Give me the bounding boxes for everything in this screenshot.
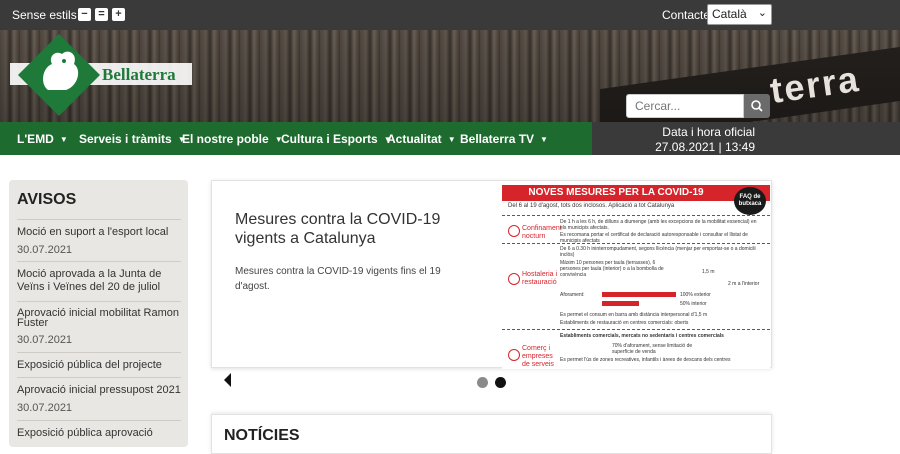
cup-icon [508,273,520,285]
search-icon [751,100,763,112]
noticies-section: NOTÍCIES [211,414,772,454]
avisos-title: AVISOS [17,191,77,208]
noticies-title: NOTÍCIES [224,427,300,444]
section-label: Confinament nocturn [522,225,562,240]
covid-infographic[interactable]: NOVES MESURES PER LA COVID-19 FAQ de but… [502,185,770,369]
caret-down-icon: ▼ [447,135,456,144]
aviso-link[interactable]: Exposició pública del projecte [17,359,181,372]
language-select-value: Català [712,7,747,21]
shopping-bag-icon [508,349,520,361]
zoom-in-button[interactable]: + [112,8,125,21]
language-select[interactable]: Català ⌄ [707,4,772,25]
styles-toggle-link[interactable]: Sense estils [12,8,77,22]
nav-item-emd[interactable]: L'EMD ▼ [17,132,68,146]
top-utility-bar: Sense estils − = + Contacte Català ⌄ [0,0,900,30]
aforament-bar-interior [602,301,639,306]
aviso-date: 30.07.2021 [17,334,73,346]
aviso-date: 30.07.2021 [17,244,73,256]
zoom-out-button[interactable]: − [78,8,91,21]
contact-link[interactable]: Contacte [662,8,710,22]
caret-down-icon: ▼ [540,135,548,144]
caret-down-icon: ▼ [59,135,68,144]
nav-item-actualitat[interactable]: Actualitat ▼ [387,132,456,146]
nav-item-bellaterra-tv[interactable]: Bellaterra TV ▼ [460,132,548,146]
slide-title[interactable]: Mesures contra la COVID-19 vigents a Cat… [235,210,475,248]
header-banner: terra Bellaterra Cercar... [0,30,900,122]
aviso-link[interactable]: Moció aprovada a la Junta de Veïns i Veï… [17,268,181,294]
aforament-bar-exterior [602,292,676,297]
squirrel-logo-icon[interactable] [18,34,100,116]
datetime-value: 27.08.2021 | 13:49 [655,140,755,154]
news-slider: Mesures contra la COVID-19 vigents a Cat… [211,180,772,369]
nav-item-poble[interactable]: El nostre poble ▼ [182,132,283,146]
faq-badge: FAQ de butxaca [734,187,766,215]
official-datetime: Data i hora oficial 27.08.2021 | 13:49 [592,122,900,155]
datetime-label: Data i hora oficial [662,125,755,139]
logo-text[interactable]: Bellaterra [102,65,176,85]
search-input[interactable]: Cercar... [626,94,744,118]
nav-item-cultura[interactable]: Cultura i Esports ▼ [281,132,392,146]
slider-dot[interactable] [477,377,488,388]
section-label: Comerç i empreses de serveis [522,345,554,368]
slider-prev-arrow-icon[interactable] [224,373,231,387]
section-label: Hostaleria i restauració [522,271,558,286]
slider-dot-active[interactable] [495,377,506,388]
slide-text: Mesures contra la COVID-19 vigents fins … [235,266,441,292]
aviso-link[interactable]: Aprovació inicial pressupost 2021 [17,384,181,397]
aviso-link[interactable]: Moció en suport a l'esport local [17,226,181,239]
avisos-panel: AVISOS Moció en suport a l'esport local … [9,180,188,447]
infographic-title: NOVES MESURES PER LA COVID-19 [502,185,770,201]
moon-icon [508,225,520,237]
search-button[interactable] [744,94,770,118]
aviso-link[interactable]: Exposició pública aprovació [17,427,181,440]
zoom-reset-button[interactable]: = [95,8,108,21]
infographic-subtitle: Del 6 al 19 d'agost, tots dos inclosos. … [508,203,675,209]
chevron-down-icon: ⌄ [757,7,767,19]
aviso-date: 30.07.2021 [17,402,73,414]
nav-item-serveis[interactable]: Serveis i tràmits ▼ [79,132,186,146]
aviso-link[interactable]: Aprovació inicial mobilitat Ramon Fuster [17,308,181,329]
